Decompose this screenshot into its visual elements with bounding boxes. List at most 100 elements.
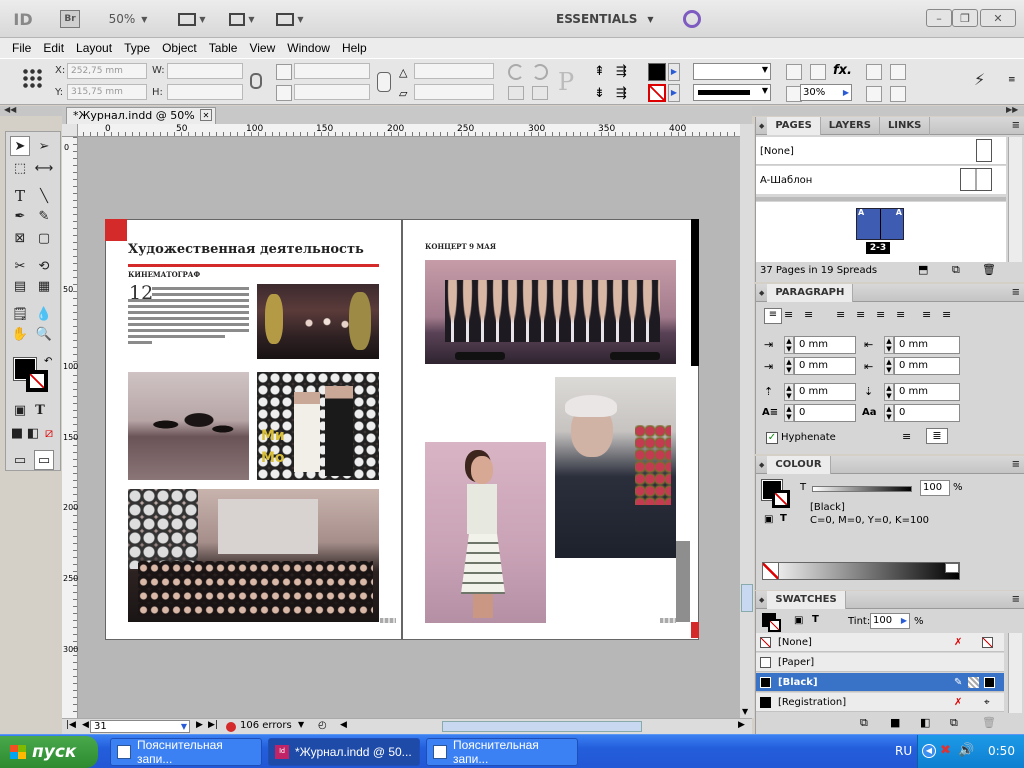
fill-arrow-icon[interactable]: ▶ <box>668 63 680 81</box>
photo-couple-balloons[interactable]: Ми Мо <box>257 372 379 480</box>
flip-vertical-icon[interactable] <box>532 86 548 100</box>
justify-all-icon[interactable]: ≡ <box>896 308 905 321</box>
new-page-icon[interactable]: ⧉ <box>952 263 960 277</box>
body-text-block[interactable] <box>128 287 249 355</box>
chevron-down-icon[interactable]: ▼ <box>298 720 304 729</box>
panel-menu-icon[interactable]: ≡ <box>1012 594 1024 605</box>
first-line-indent-field[interactable]: 0 mm <box>794 357 856 375</box>
stroke-swatch[interactable] <box>648 84 666 102</box>
gradient-swatch-tool-icon[interactable]: ▤ <box>10 276 30 296</box>
space-before-field[interactable]: 0 mm <box>794 383 856 401</box>
menu-type[interactable]: Type <box>118 41 156 55</box>
drop-cap-lines-field[interactable]: 0 <box>794 404 856 422</box>
photo-group-stage[interactable] <box>128 489 379 622</box>
scroll-right-icon[interactable]: ▶ <box>738 720 745 730</box>
gap-tool-icon[interactable]: ⟷ <box>34 158 54 178</box>
right-indent-spinner[interactable]: ▲ ▼ <box>884 336 894 354</box>
shear-field[interactable] <box>414 84 494 100</box>
screen-mode-button[interactable]: ▼ <box>224 10 260 28</box>
quick-apply-icon[interactable]: ⚡ <box>974 70 985 89</box>
horizontal-scroll-thumb[interactable] <box>442 721 642 732</box>
select-next-icon[interactable]: ⇶ <box>616 64 632 80</box>
flip-icon[interactable] <box>508 86 524 100</box>
apply-gradient-icon[interactable]: ◧ <box>26 426 40 441</box>
drop-cap-lines-spinner[interactable]: ▲ ▼ <box>784 404 794 422</box>
panel-menu-icon[interactable]: ≡ <box>1012 459 1024 470</box>
drop-cap-chars-field[interactable]: 0 <box>894 404 960 422</box>
taskbar-item-word-2[interactable]: Пояснительная запи... <box>426 738 578 766</box>
photo-concert-group[interactable] <box>425 260 676 364</box>
master-none-row[interactable]: [None] <box>756 137 1006 165</box>
control-panel-menu-icon[interactable]: ≡ <box>1008 75 1016 85</box>
rotate-ccw-icon[interactable] <box>532 64 548 80</box>
justify-right-icon[interactable]: ≡ <box>876 308 885 321</box>
eyedropper-tool-icon[interactable]: 💧 <box>34 304 54 324</box>
zoom-select[interactable]: 50% ▼ <box>104 10 152 28</box>
right-heading[interactable]: КОНЦЕРТ 9 МАЯ <box>425 242 496 251</box>
scissors-tool-icon[interactable]: ✂ <box>10 256 30 276</box>
gradient-feather-tool-icon[interactable]: ▦ <box>34 276 54 296</box>
collapse-icon[interactable]: ◆ <box>756 596 767 604</box>
tab-swatches[interactable]: SWATCHES <box>767 590 846 609</box>
tab-colour[interactable]: COLOUR <box>767 455 831 474</box>
y-field[interactable]: 315,75 mm <box>67 84 147 100</box>
swap-fill-stroke-icon[interactable]: ↶ <box>44 356 52 367</box>
scroll-thumb[interactable] <box>741 584 753 612</box>
align-center-icon[interactable]: ≡ <box>784 308 793 321</box>
taskbar-item-word-1[interactable]: Пояснительная запи... <box>110 738 262 766</box>
photo-dancers-floor[interactable] <box>128 372 249 480</box>
tint-slider[interactable] <box>812 486 912 492</box>
spread-thumb[interactable]: A A <box>856 208 904 240</box>
swatch-container-icon[interactable]: ▣ <box>794 615 803 626</box>
opacity-field[interactable]: 30% ▶ <box>800 84 852 101</box>
restore-button[interactable]: ❐ <box>952 9 978 27</box>
stroke-weight-select[interactable]: ▼ <box>693 63 771 80</box>
pencil-tool-icon[interactable]: ✎ <box>34 206 54 226</box>
constrain-proportions-icon[interactable] <box>250 73 262 89</box>
align-away-spine-icon[interactable]: ≡ <box>942 308 951 321</box>
photo-singer[interactable] <box>425 442 546 623</box>
left-indent-field[interactable]: 0 mm <box>794 336 856 354</box>
scroll-down-icon[interactable]: ▼ <box>742 707 748 716</box>
left-heading[interactable]: Художественная деятельность <box>128 242 364 257</box>
justify-left-icon[interactable]: ≡ <box>836 308 845 321</box>
do-not-align-baseline-icon[interactable]: ≡ <box>902 430 911 443</box>
show-all-swatches-icon[interactable]: ⧉ <box>860 716 868 730</box>
first-page-icon[interactable]: |◀ <box>66 720 76 730</box>
swatches-scrollbar[interactable] <box>1008 633 1022 713</box>
hyphenate-checkbox[interactable]: ✓ <box>766 432 778 444</box>
collapse-icon[interactable]: ◆ <box>756 122 767 130</box>
first-line-spinner[interactable]: ▲ ▼ <box>784 357 794 375</box>
zoom-tool-icon[interactable]: 🔍 <box>34 324 54 344</box>
close-icon[interactable]: ✕ <box>200 109 212 121</box>
tab-paragraph[interactable]: PARAGRAPH <box>767 283 854 302</box>
align-left-icon[interactable]: ≡ <box>764 308 782 324</box>
lock-scale-icon[interactable] <box>377 72 391 92</box>
network-icon[interactable]: ✖ <box>940 743 951 758</box>
menu-edit[interactable]: Edit <box>37 41 70 55</box>
page-tool-icon[interactable]: ⬚ <box>10 158 30 178</box>
selection-tool-icon[interactable]: ➤ <box>10 136 30 156</box>
scale-x-field[interactable] <box>294 63 370 79</box>
tab-links[interactable]: LINKS <box>880 116 931 135</box>
w-field[interactable] <box>167 63 243 79</box>
align-baseline-icon[interactable]: ≣ <box>926 428 948 444</box>
reference-point-icon[interactable] <box>22 68 44 90</box>
tab-pages[interactable]: PAGES <box>767 116 821 135</box>
corner-options-icon[interactable] <box>810 64 826 80</box>
pages-divider[interactable] <box>756 197 1006 201</box>
menu-file[interactable]: File <box>6 41 37 55</box>
ruler-origin[interactable] <box>62 124 78 137</box>
volume-icon[interactable]: 🔊 <box>958 743 974 758</box>
page-number-field[interactable]: 31 ▼ <box>90 720 190 733</box>
rectangle-tool-icon[interactable]: ▢ <box>34 228 54 248</box>
prev-page-icon[interactable]: ◀ <box>82 720 89 730</box>
open-preflight-icon[interactable]: ◴ <box>318 720 327 731</box>
drop-shadow-icon[interactable] <box>786 64 802 80</box>
text-wrap-none-icon[interactable] <box>866 64 882 80</box>
arrange-documents-button[interactable]: ▼ <box>272 10 308 28</box>
start-button[interactable]: пуск <box>0 736 98 768</box>
fill-swatch[interactable] <box>648 63 666 81</box>
swatch-stroke-box[interactable] <box>768 619 781 632</box>
close-button[interactable]: ✕ <box>980 9 1016 27</box>
